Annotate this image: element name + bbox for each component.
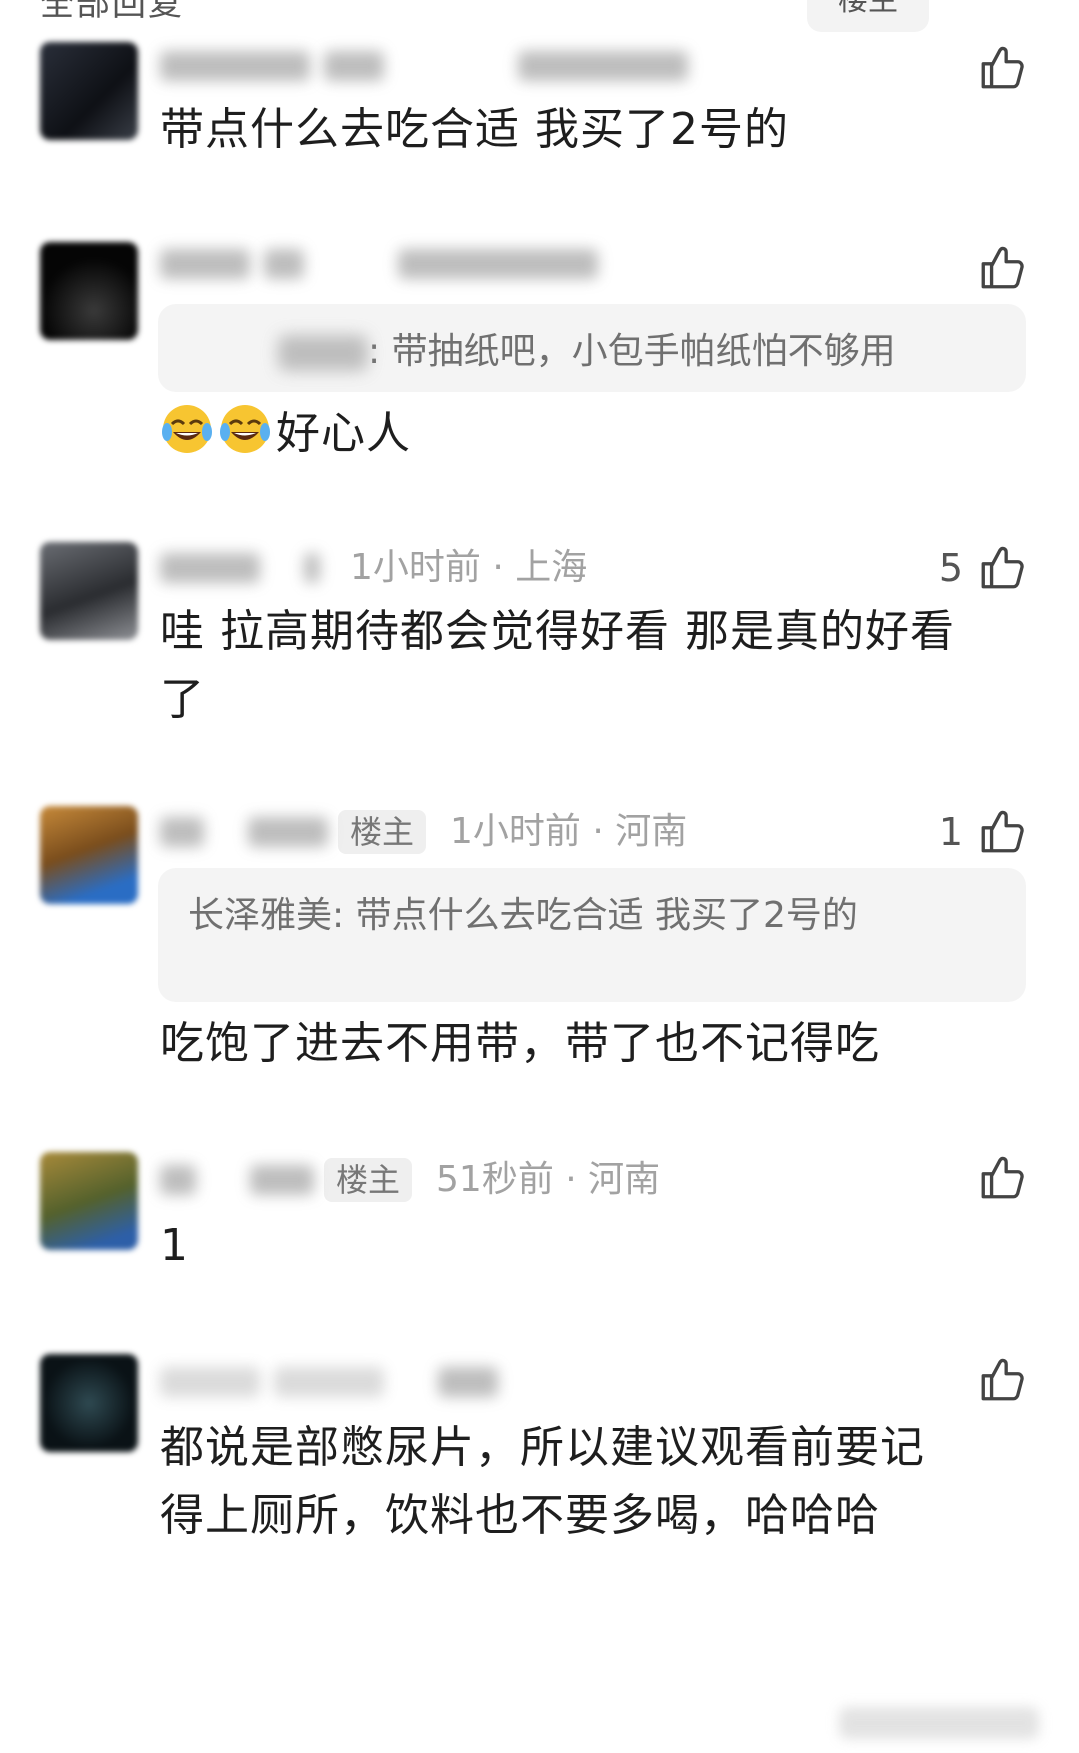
username-blurred[interactable] — [160, 249, 250, 279]
avatar[interactable] — [40, 542, 138, 640]
avatar[interactable] — [40, 806, 138, 904]
tears-of-joy-emoji-icon — [162, 405, 212, 453]
username-blurred — [518, 51, 688, 81]
like-button[interactable]: 5 — [939, 542, 1027, 594]
watermark — [839, 1707, 1039, 1739]
comment-meta — [160, 242, 612, 286]
reply-header-cut: 全部回复 楼主 — [0, 0, 1079, 36]
comment-meta: 楼主 1小时前 · 河南 — [160, 810, 687, 854]
avatar[interactable] — [40, 1152, 138, 1250]
comment-meta: 楼主 51秒前 · 河南 — [160, 1158, 660, 1202]
comment-text-content: 好心人 — [276, 408, 411, 459]
owner-filter-button[interactable]: 楼主 — [807, 0, 929, 32]
comment-text: 都说是部憋尿片，所以建议观看前要记得上厕所，饮料也不要多喝，哈哈哈 — [160, 1422, 925, 1541]
thumbs-up-icon — [981, 1358, 1024, 1401]
quoted-reply[interactable]: 长泽雅美: 带点什么去吃合适 我买了2号的 — [158, 868, 1026, 1002]
username-blurred[interactable] — [160, 1367, 260, 1397]
username-blurred[interactable] — [160, 817, 204, 847]
comment-text: 吃饱了进去不用带，带了也不记得吃 — [160, 1018, 880, 1069]
like-button[interactable]: 1 — [939, 806, 1027, 858]
comment-text: 1 — [160, 1220, 189, 1271]
username-blurred — [304, 553, 320, 583]
comment-meta: 1小时前 · 上海 — [160, 546, 587, 590]
thumbs-up-icon — [981, 546, 1024, 589]
quoted-username-blurred — [278, 335, 368, 371]
quoted-text: : 带抽纸吧，小包手帕纸怕不够用 — [368, 331, 896, 372]
owner-badge: 楼主 — [338, 810, 427, 854]
comment-text: 哇 拉高期待都会觉得好看 那是真的好看了 — [160, 606, 955, 725]
avatar[interactable] — [40, 42, 138, 140]
quoted-reply[interactable]: : 带抽纸吧，小包手帕纸怕不够用 — [158, 304, 1026, 392]
username-blurred[interactable] — [160, 1165, 196, 1195]
username-blurred — [398, 249, 598, 279]
username-blurred — [324, 51, 384, 81]
username-blurred — [438, 1367, 498, 1397]
comment-text: 带点什么去吃合适 我买了2号的 — [160, 104, 789, 155]
thumbs-up-icon — [981, 46, 1024, 89]
like-button[interactable] — [977, 1354, 1027, 1406]
comment-meta — [160, 1360, 512, 1404]
comment-time-location: 1小时前 · 上海 — [350, 547, 588, 588]
like-button[interactable] — [977, 242, 1027, 294]
tears-of-joy-emoji-icon — [220, 405, 270, 453]
username-blurred[interactable] — [160, 51, 310, 81]
owner-badge: 楼主 — [324, 1158, 413, 1202]
quoted-text: : 带点什么去吃合适 我买了2号的 — [332, 895, 858, 936]
quoted-author[interactable]: 长泽雅美 — [188, 895, 332, 936]
comment-text: 好心人 — [160, 400, 1030, 468]
thumbs-up-icon — [981, 246, 1024, 289]
avatar[interactable] — [40, 1354, 138, 1452]
thumbs-up-icon — [981, 810, 1024, 853]
like-count: 1 — [938, 810, 963, 854]
comment-time-location: 51秒前 · 河南 — [436, 1159, 661, 1200]
like-button[interactable] — [977, 1152, 1027, 1204]
username-blurred — [248, 817, 328, 847]
username-blurred — [274, 1367, 384, 1397]
thumbs-up-icon — [981, 1156, 1024, 1199]
avatar[interactable] — [40, 242, 138, 340]
all-replies-label: 全部回复 — [40, 0, 184, 24]
comment-meta — [160, 44, 702, 88]
comment-time-location: 1小时前 · 河南 — [450, 811, 688, 852]
username-blurred — [250, 1165, 314, 1195]
like-button[interactable] — [977, 42, 1027, 94]
username-blurred — [264, 249, 304, 279]
username-blurred[interactable] — [160, 553, 260, 583]
like-count: 5 — [938, 546, 963, 590]
